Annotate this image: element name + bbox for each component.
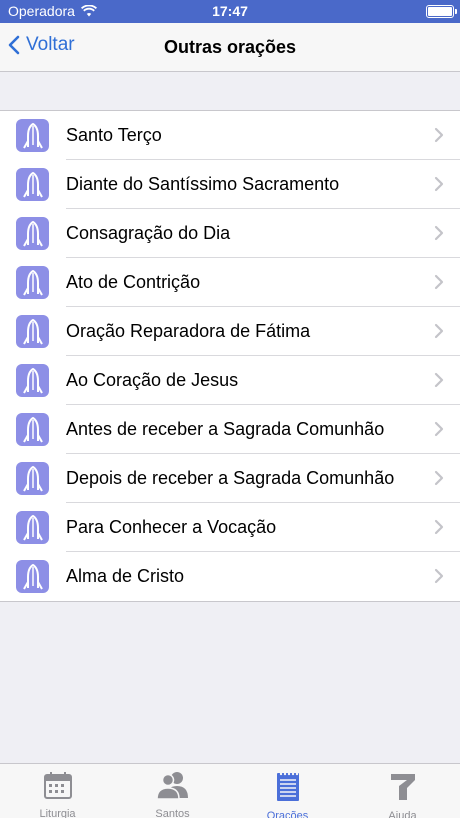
prayer-icon xyxy=(16,413,49,446)
page-title: Outras orações xyxy=(163,37,297,57)
praying-hands-icon xyxy=(22,416,43,442)
prayer-list-item[interactable]: Ato de Contrição xyxy=(0,258,460,307)
prayer-list-item[interactable]: Consagração do Dia xyxy=(0,209,460,258)
praying-hands-icon xyxy=(22,465,43,491)
prayer-list-item[interactable]: Santo Terço xyxy=(0,111,460,160)
prayer-icon xyxy=(16,266,49,299)
prayer-label: Oração Reparadora de Fátima xyxy=(66,321,311,341)
prayer-label: Consagração do Dia xyxy=(66,223,231,243)
chevron-right-icon xyxy=(434,568,444,584)
prayer-label: Santo Terço xyxy=(66,125,162,145)
praying-hands-icon xyxy=(22,122,43,148)
prayer-label: Ato de Contrição xyxy=(66,272,201,292)
praying-hands-icon xyxy=(22,171,43,197)
tab-label: Liturgia xyxy=(39,808,76,818)
prayer-icon xyxy=(16,560,49,593)
tab-ajuda[interactable]: Ajuda xyxy=(345,764,460,818)
prayer-icon xyxy=(16,315,49,348)
prayer-list-item[interactable]: Depois de receber a Sagrada Comunhão xyxy=(0,454,460,503)
chevron-right-icon xyxy=(434,127,444,143)
tab-oracoes[interactable]: Orações xyxy=(230,764,345,818)
tab-bar: Liturgia Santos Orações Ajuda xyxy=(0,763,460,818)
prayer-icon xyxy=(16,168,49,201)
prayer-label: Para Conhecer a Vocação xyxy=(66,517,277,537)
tab-label: Orações xyxy=(266,810,309,818)
chevron-right-icon xyxy=(434,176,444,192)
prayer-icon xyxy=(16,119,49,152)
chevron-right-icon xyxy=(434,519,444,535)
tab-label: Ajuda xyxy=(388,810,417,818)
people-icon xyxy=(155,770,190,805)
chevron-right-icon xyxy=(434,421,444,437)
prayer-icon xyxy=(16,511,49,544)
calendar-icon xyxy=(43,770,73,805)
prayer-icon xyxy=(16,462,49,495)
prayer-list: Santo Terço Diante do Santíssimo Sacramen… xyxy=(0,110,460,602)
prayer-list-item[interactable]: Ao Coração de Jesus xyxy=(0,356,460,405)
prayer-icon xyxy=(16,217,49,250)
prayer-label: Ao Coração de Jesus xyxy=(66,370,239,390)
notepad-icon xyxy=(275,770,301,807)
status-bar: Operadora 17:47 xyxy=(0,0,460,23)
chevron-right-icon xyxy=(434,323,444,339)
prayer-label: Alma de Cristo xyxy=(66,566,185,586)
praying-hands-icon xyxy=(22,367,43,393)
navigation-bar: Voltar Outras orações xyxy=(0,23,460,72)
praying-hands-icon xyxy=(22,514,43,540)
tab-santos[interactable]: Santos xyxy=(115,764,230,818)
praying-hands-icon xyxy=(22,269,43,295)
praying-hands-icon xyxy=(22,563,43,589)
prayer-label: Depois de receber a Sagrada Comunhão xyxy=(66,468,395,488)
prayer-icon xyxy=(16,364,49,397)
chevron-right-icon xyxy=(434,470,444,486)
prayer-label: Antes de receber a Sagrada Comunhão xyxy=(66,419,385,439)
clock: 17:47 xyxy=(212,3,248,19)
prayer-list-item[interactable]: Diante do Santíssimo Sacramento xyxy=(0,160,460,209)
tab-label: Santos xyxy=(155,808,190,818)
prayer-list-item[interactable]: Antes de receber a Sagrada Comunhão xyxy=(0,405,460,454)
battery-icon xyxy=(426,5,457,18)
prayer-list-item[interactable]: Oração Reparadora de Fátima xyxy=(0,307,460,356)
prayer-label: Diante do Santíssimo Sacramento xyxy=(66,174,340,194)
chevron-right-icon xyxy=(434,225,444,241)
praying-hands-icon xyxy=(22,220,43,246)
prayer-list-item[interactable]: Para Conhecer a Vocação xyxy=(0,503,460,552)
prayer-list-item[interactable]: Alma de Cristo xyxy=(0,552,460,601)
praying-hands-icon xyxy=(22,318,43,344)
tab-liturgia[interactable]: Liturgia xyxy=(0,764,115,818)
help-icon xyxy=(387,770,419,807)
chevron-right-icon xyxy=(434,372,444,388)
chevron-right-icon xyxy=(434,274,444,290)
